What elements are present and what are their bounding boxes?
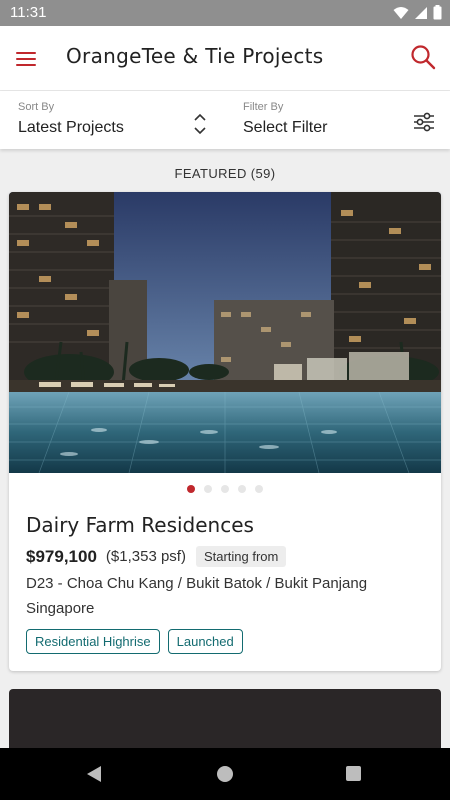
tag-property-type: Residential Highrise <box>26 629 160 654</box>
system-nav-bar <box>0 748 450 800</box>
project-psf: ($1,353 psf) <box>105 548 186 565</box>
status-time: 11:31 <box>10 4 47 21</box>
price-row: $979,100 ($1,353 psf) Starting from <box>26 546 287 567</box>
project-price: $979,100 <box>26 546 97 566</box>
sliders-icon <box>414 112 434 132</box>
carousel-dot[interactable] <box>187 485 195 493</box>
status-icons <box>393 5 442 20</box>
featured-heading: FEATURED (59) <box>174 166 276 181</box>
carousel-dot[interactable] <box>255 485 263 493</box>
tag-status: Launched <box>167 629 243 654</box>
filter-label: Filter By <box>243 101 284 113</box>
carousel-dot[interactable] <box>238 485 246 493</box>
back-icon[interactable] <box>86 766 102 782</box>
sort-dropdown[interactable]: Sort By Latest Projects <box>0 91 225 149</box>
app-bar: OrangeTee & Tie Projects <box>0 26 450 91</box>
project-photo[interactable] <box>9 192 441 473</box>
filter-bar: Sort By Latest Projects Filter By Select… <box>0 91 450 149</box>
sort-arrows-icon <box>194 113 206 135</box>
status-bar: 11:31 <box>0 0 450 26</box>
search-icon <box>411 45 436 70</box>
project-district: D23 - Choa Chu Kang / Bukit Batok / Buki… <box>26 575 368 592</box>
menu-icon <box>16 52 36 55</box>
carousel-dot[interactable] <box>204 485 212 493</box>
project-tags: Residential Highrise Launched <box>26 629 243 654</box>
filter-value: Select Filter <box>243 119 328 136</box>
sort-label: Sort By <box>18 101 55 113</box>
home-icon[interactable] <box>217 766 233 782</box>
page-title: OrangeTee & Tie Projects <box>66 44 324 68</box>
project-name: Dairy Farm Residences <box>26 513 254 537</box>
wifi-icon <box>393 6 409 19</box>
battery-icon <box>433 5 442 20</box>
search-button[interactable] <box>410 44 440 74</box>
menu-button[interactable] <box>12 44 42 74</box>
project-country: Singapore <box>26 600 95 617</box>
recent-apps-icon[interactable] <box>346 766 361 781</box>
carousel-dots <box>9 485 441 493</box>
price-note-badge: Starting from <box>195 546 287 567</box>
featured-project-card[interactable]: Dairy Farm Residences $979,100 ($1,353 p… <box>9 192 441 671</box>
signal-icon <box>415 6 427 19</box>
sort-value: Latest Projects <box>18 119 124 136</box>
filter-dropdown[interactable]: Filter By Select Filter <box>225 91 450 149</box>
carousel-dot[interactable] <box>221 485 229 493</box>
